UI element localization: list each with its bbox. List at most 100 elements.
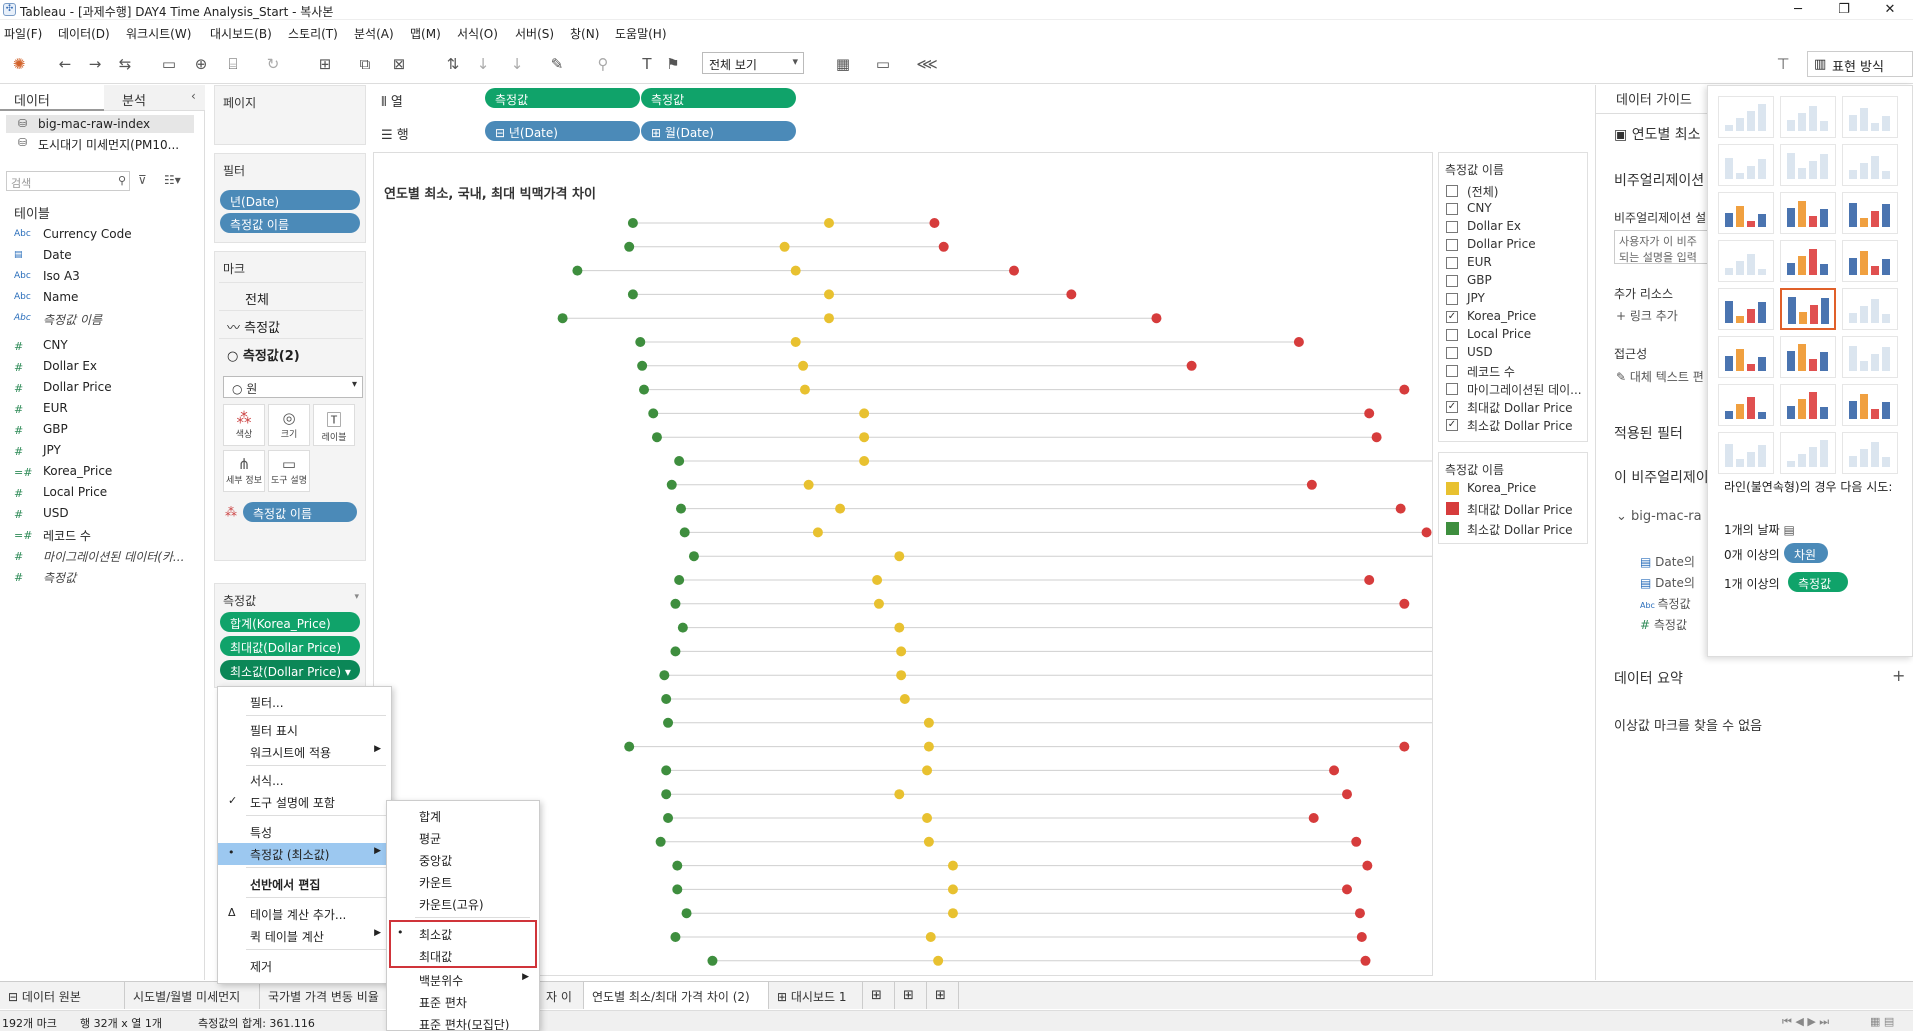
korea-price-dot[interactable] (894, 622, 905, 633)
tableau-home-icon[interactable]: ✺ (8, 53, 30, 75)
color-pill-measure-names[interactable]: 측정값 이름 (243, 502, 357, 522)
min-price-dot[interactable] (624, 241, 635, 252)
min-price-dot[interactable] (661, 765, 672, 776)
korea-price-dot[interactable] (894, 551, 905, 562)
pin-icon[interactable]: ⚑ (662, 53, 684, 75)
checkbox[interactable] (1446, 221, 1458, 233)
menu-story[interactable]: 스토리(T) (288, 25, 338, 42)
menu-worksheet[interactable]: 워크시트(W) (126, 25, 191, 42)
max-price-dot[interactable] (1364, 575, 1375, 585)
field-item[interactable]: # GBP (14, 422, 68, 440)
korea-price-dot[interactable] (824, 313, 834, 324)
sheet-sorter-icon[interactable]: ▦ ▤ (1870, 1015, 1894, 1028)
korea-price-dot[interactable] (925, 932, 936, 942)
duplicate-icon[interactable]: ⧉ (354, 53, 376, 75)
tab-sheet-active[interactable]: 연도별 최소/최대 가격 차이 (2) (584, 982, 769, 1009)
filter-pill-measure-names[interactable]: 측정값 이름 (220, 213, 360, 233)
korea-price-dot[interactable] (899, 694, 910, 704)
view-fit-select[interactable]: 전체 보기 (702, 52, 804, 74)
field-item[interactable]: Abc Name (14, 290, 78, 308)
swap-icon[interactable]: ⇅ (442, 53, 464, 75)
marks-all[interactable]: 전체 (219, 282, 363, 310)
chart-type-side-by-side-bars[interactable] (1842, 192, 1898, 234)
korea-price-dot[interactable] (824, 289, 834, 300)
max-price-dot[interactable] (1151, 313, 1162, 324)
legend-filter-item[interactable]: CNY (1445, 201, 1492, 218)
menu-window[interactable]: 창(N) (570, 25, 599, 42)
redo-icon[interactable]: → (84, 53, 106, 75)
field-search-input[interactable]: 검색 (6, 171, 130, 191)
checkbox[interactable] (1446, 275, 1458, 287)
legend-filter-item[interactable]: JPY (1445, 291, 1485, 308)
chart-type-filled-map[interactable] (1780, 144, 1836, 186)
min-price-dot[interactable] (670, 646, 681, 657)
tab-sheet[interactable]: 자 이 (538, 982, 584, 1009)
alt-text-button[interactable]: ✎ 대체 텍스트 편 (1616, 368, 1704, 385)
max-price-dot[interactable] (1399, 384, 1410, 395)
field-item[interactable]: # CNY (14, 338, 68, 356)
chart-type-line-continuous[interactable] (1718, 288, 1774, 330)
new-worksheet-icon[interactable]: ⊞ (863, 982, 895, 1009)
checkbox[interactable] (1446, 239, 1458, 251)
show-me-button[interactable]: ▥ 표현 방식 (1807, 51, 1913, 77)
min-price-dot[interactable] (666, 479, 677, 490)
korea-price-dot[interactable] (824, 218, 834, 228)
color-legend-item[interactable]: 최소값 Dollar Price (1445, 521, 1573, 538)
highlight-icon[interactable]: ✎ (546, 53, 568, 75)
chart-type-gantt-chart[interactable] (1718, 432, 1774, 474)
legend-filter-item[interactable]: ✓ 최대값 Dollar Price (1445, 399, 1573, 416)
agg-percentile[interactable]: 백분위수 ▶ (387, 969, 539, 991)
legend-filter-item[interactable]: EUR (1445, 255, 1492, 272)
chart-type-area-continuous[interactable] (1718, 336, 1774, 378)
marks-toggle-icon[interactable]: ⊤ (1772, 53, 1794, 75)
undo-icon[interactable]: ← (54, 53, 76, 75)
checkbox[interactable]: ✓ (1446, 419, 1458, 431)
measure-pill-sum-korea[interactable]: 합계(Korea_Price) (220, 612, 360, 632)
chart-type-line-discrete[interactable] (1780, 288, 1836, 330)
field-item[interactable]: =# Korea_Price (14, 464, 112, 482)
agg-avg[interactable]: 평균 (387, 827, 539, 849)
max-price-dot[interactable] (1399, 741, 1410, 752)
field-item[interactable]: # 마이그레이션된 데이터(카... (14, 548, 184, 566)
korea-price-dot[interactable] (859, 456, 870, 466)
menu-item-add-table-calc[interactable]: Δ 테이블 계산 추가... (218, 903, 391, 925)
field-item[interactable]: Abc 측정값 이름 (14, 311, 102, 329)
save-icon[interactable]: ▭ (158, 53, 180, 75)
min-price-dot[interactable] (688, 551, 699, 562)
add-link-button[interactable]: + 링크 추가 (1616, 307, 1678, 324)
detail-button[interactable]: ⋔ 세부 정보 (223, 450, 265, 492)
min-price-dot[interactable] (674, 575, 685, 585)
pause-update-icon[interactable]: ⌸ (222, 53, 244, 75)
korea-price-dot[interactable] (923, 717, 934, 728)
rows-shelf[interactable]: ☰ 행 ⊟ 년(Date) ⊞ 월(Date) (373, 118, 1588, 146)
legend-filter-item[interactable]: Dollar Price (1445, 237, 1536, 254)
chart-type-stacked-bars[interactable] (1780, 192, 1836, 234)
chart-type-scatter-plot[interactable] (1718, 384, 1774, 426)
checkbox[interactable] (1446, 293, 1458, 305)
max-price-dot[interactable] (1351, 836, 1362, 847)
columns-shelf[interactable]: ⦀ 열 측정값 측정값 (373, 85, 1588, 113)
field-item[interactable]: # USD (14, 506, 69, 524)
new-story-icon[interactable]: ⊞ (927, 982, 959, 1009)
sheet-nav-icon[interactable]: ⏮ ◀ ▶ ⏭ (1782, 1015, 1829, 1029)
chart-type-highlight-table[interactable] (1842, 96, 1898, 138)
checkbox[interactable] (1446, 257, 1458, 269)
agg-count[interactable]: 카운트 (387, 871, 539, 893)
max-price-dot[interactable] (1342, 789, 1352, 800)
min-price-dot[interactable] (624, 741, 635, 752)
datasource-item[interactable]: ⛁ big-mac-raw-index (6, 115, 194, 133)
group-icon[interactable]: ⚲ (592, 53, 614, 75)
color-legend-item[interactable]: 최대값 Dollar Price (1445, 501, 1573, 518)
max-price-dot[interactable] (1009, 265, 1019, 276)
max-price-dot[interactable] (1306, 479, 1317, 490)
min-price-dot[interactable] (677, 622, 688, 633)
tab-sheet[interactable]: 시도별/월별 미세먼지 (125, 982, 260, 1009)
menu-map[interactable]: 맵(M) (410, 25, 441, 42)
min-price-dot[interactable] (572, 265, 583, 276)
filter-pill-year[interactable]: 년(Date) (220, 190, 360, 210)
checkbox[interactable]: ✓ (1446, 311, 1458, 323)
korea-price-dot[interactable] (873, 598, 884, 609)
chart-type-horizontal-bars[interactable] (1718, 192, 1774, 234)
menu-item-include-tooltip[interactable]: ✓ 도구 설명에 포함 (218, 791, 391, 813)
field-item[interactable]: Abc Currency Code (14, 227, 132, 245)
